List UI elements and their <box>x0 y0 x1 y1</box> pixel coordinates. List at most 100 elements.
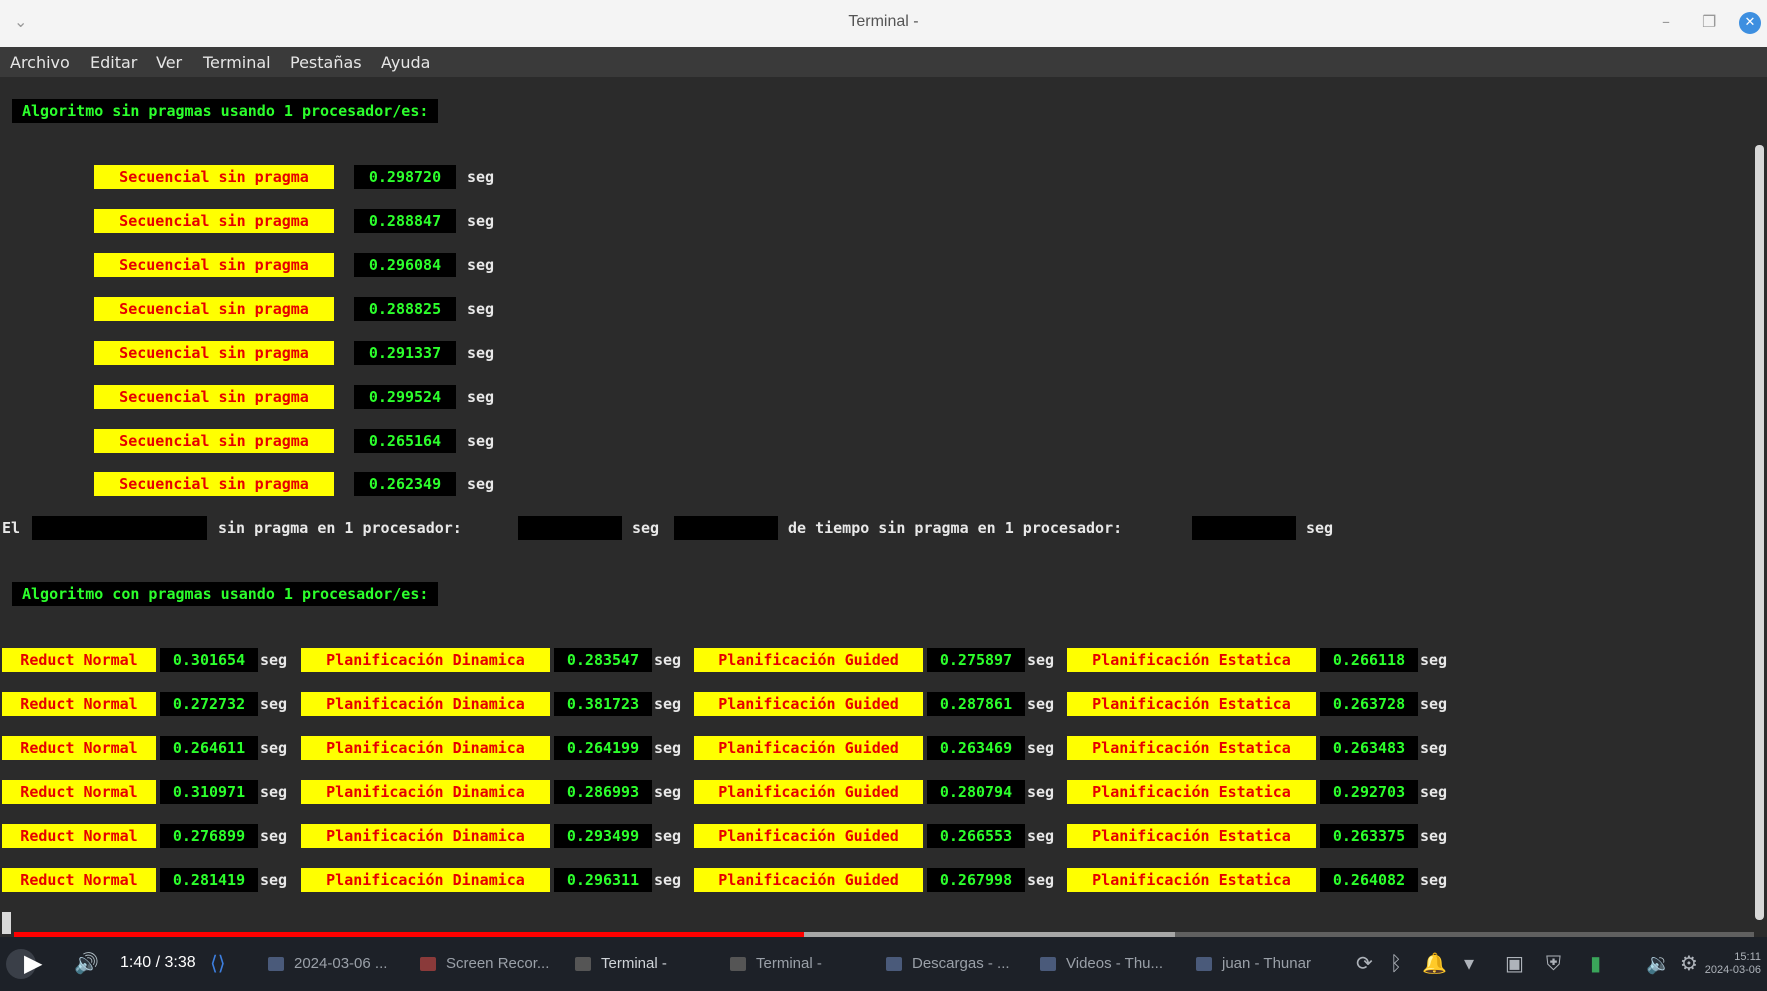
label-planificacion-estatica: Planificación Estatica <box>1067 736 1316 760</box>
redacted-label-red <box>674 516 778 540</box>
unit-label: seg <box>467 300 495 318</box>
unit-label: seg <box>1027 739 1055 757</box>
restore-icon[interactable]: ❐ <box>1702 12 1716 31</box>
task-label: Videos - Thu... <box>1066 955 1164 972</box>
minimize-icon[interactable]: – <box>1662 12 1670 31</box>
close-icon[interactable]: ✕ <box>1739 12 1761 34</box>
unit-label: seg <box>467 168 495 186</box>
unit-label: seg <box>1027 651 1055 669</box>
task-item-descargas[interactable]: Descargas - ... <box>886 937 1010 991</box>
time-planificacion-dinamica: 0.293499 <box>554 824 652 848</box>
unit-label: seg <box>654 827 682 845</box>
task-label: Terminal - <box>601 955 667 972</box>
terminal-cursor <box>2 912 11 934</box>
window-title: Terminal - <box>848 13 919 30</box>
label-reduct-normal: Reduct Normal <box>2 780 156 804</box>
task-item-2024-03-06[interactable]: 2024-03-06 ... <box>268 937 387 991</box>
time-planificacion-estatica: 0.264082 <box>1320 868 1418 892</box>
redacted-value-blue <box>518 516 622 540</box>
unit-label: seg <box>467 388 495 406</box>
unit-label: seg <box>632 519 660 537</box>
label-reduct-normal: Reduct Normal <box>2 824 156 848</box>
menu-ayuda[interactable]: Ayuda <box>381 53 430 72</box>
label-reduct-normal: Reduct Normal <box>2 692 156 716</box>
header-con-pragmas: Algoritmo con pragmas usando 1 procesado… <box>12 582 439 606</box>
menu-editar[interactable]: Editar <box>90 53 137 72</box>
task-item-terminal[interactable]: Terminal - <box>730 937 822 991</box>
task-item-screen-recorder[interactable]: Screen Recor... <box>420 937 549 991</box>
summary-middle: sin pragma en 1 procesador: <box>218 519 462 537</box>
menu-terminal[interactable]: Terminal <box>203 53 271 72</box>
time-planificacion-dinamica: 0.296311 <box>554 868 652 892</box>
update-icon[interactable]: ⟳ <box>1356 951 1373 975</box>
label-planificacion-estatica: Planificación Estatica <box>1067 780 1316 804</box>
seq-line: Secuencial sin pragma 0.299524 seg <box>0 385 1750 411</box>
label-planificacion-dinamica: Planificación Dinamica <box>301 824 550 848</box>
seq-time: 0.288825 <box>354 297 456 321</box>
menu-ver[interactable]: Ver <box>156 53 182 72</box>
unit-label: seg <box>1420 651 1448 669</box>
seq-time: 0.291337 <box>354 341 456 365</box>
speaker-icon[interactable]: 🔉 <box>1646 951 1671 975</box>
label-planificacion-estatica: Planificación Estatica <box>1067 868 1316 892</box>
time-reduct-normal: 0.264611 <box>160 736 258 760</box>
seq-line: Secuencial sin pragma 0.288825 seg <box>0 297 1750 323</box>
time-reduct-normal: 0.310971 <box>160 780 258 804</box>
parallel-row: Reduct Normal 0.301654 seg Planificación… <box>0 648 1750 674</box>
summary-line: El sin pragma en 1 procesador: seg de ti… <box>0 516 1750 542</box>
folder-icon <box>886 957 902 972</box>
unit-label: seg <box>1420 827 1448 845</box>
menu-pestanas[interactable]: Pestañas <box>290 53 362 72</box>
bluetooth-icon[interactable]: ᛒ <box>1390 951 1402 975</box>
seq-label: Secuencial sin pragma <box>94 165 334 189</box>
folder-icon <box>1040 957 1056 972</box>
label-reduct-normal: Reduct Normal <box>2 648 156 672</box>
taskbar: ▶ 🔊 1:40 / 3:38 ⟨⟩ 2024-03-06 ... Screen… <box>0 937 1767 991</box>
unit-label: seg <box>1027 827 1055 845</box>
task-label: 2024-03-06 ... <box>294 955 388 972</box>
terminal-scrollbar-thumb[interactable] <box>1755 145 1764 920</box>
header-line: Algoritmo con pragmas usando 1 procesado… <box>0 582 1750 608</box>
settings-icon[interactable]: ⚙ <box>1680 951 1698 975</box>
parallel-row: Reduct Normal 0.264611 seg Planificación… <box>0 736 1750 762</box>
menu-bar: Archivo Editar Ver Terminal Pestañas Ayu… <box>0 47 1767 77</box>
unit-label: seg <box>467 212 495 230</box>
video-time: 1:40 / 3:38 <box>120 954 196 971</box>
unit-label: seg <box>1420 739 1448 757</box>
unit-label: seg <box>654 871 682 889</box>
seq-label: Secuencial sin pragma <box>94 472 334 496</box>
task-item-thunar[interactable]: juan - Thunar <box>1196 937 1311 991</box>
seq-line: Secuencial sin pragma 0.291337 seg <box>0 341 1750 367</box>
label-planificacion-guided: Planificación Guided <box>694 824 923 848</box>
bell-icon[interactable]: 🔔 <box>1422 951 1447 975</box>
task-label: Screen Recor... <box>446 955 550 972</box>
task-label: Descargas - ... <box>912 955 1010 972</box>
battery-icon[interactable]: ▮ <box>1590 951 1601 975</box>
label-planificacion-dinamica: Planificación Dinamica <box>301 868 550 892</box>
seq-line: Secuencial sin pragma 0.298720 seg <box>0 165 1750 191</box>
seq-label: Secuencial sin pragma <box>94 209 334 233</box>
code-editor-icon[interactable]: ⟨⟩ <box>210 951 226 975</box>
redacted-value-red <box>1192 516 1296 540</box>
time-planificacion-estatica: 0.263728 <box>1320 692 1418 716</box>
summary-prefix: El <box>2 519 21 537</box>
clock-date: 2024-03-06 <box>1704 964 1761 976</box>
task-item-videos[interactable]: Videos - Thu... <box>1040 937 1163 991</box>
label-planificacion-guided: Planificación Guided <box>694 736 923 760</box>
time-planificacion-estatica: 0.263375 <box>1320 824 1418 848</box>
play-icon[interactable]: ▶ <box>24 949 42 977</box>
clipboard-icon[interactable]: ▣ <box>1505 951 1524 975</box>
unit-label: seg <box>467 344 495 362</box>
unit-label: seg <box>260 695 288 713</box>
shield-icon[interactable]: ⛨ <box>1546 951 1561 975</box>
clock[interactable]: 15:11 2024-03-06 <box>1705 951 1761 977</box>
unit-label: seg <box>1027 783 1055 801</box>
wifi-icon[interactable]: ▾ <box>1464 951 1474 975</box>
unit-label: seg <box>1420 871 1448 889</box>
volume-icon[interactable]: 🔊 <box>74 951 99 975</box>
time-planificacion-guided: 0.280794 <box>927 780 1025 804</box>
menu-archivo[interactable]: Archivo <box>10 53 70 72</box>
task-item-terminal-active[interactable]: Terminal - <box>575 937 667 991</box>
seq-time: 0.299524 <box>354 385 456 409</box>
time-planificacion-guided: 0.266553 <box>927 824 1025 848</box>
